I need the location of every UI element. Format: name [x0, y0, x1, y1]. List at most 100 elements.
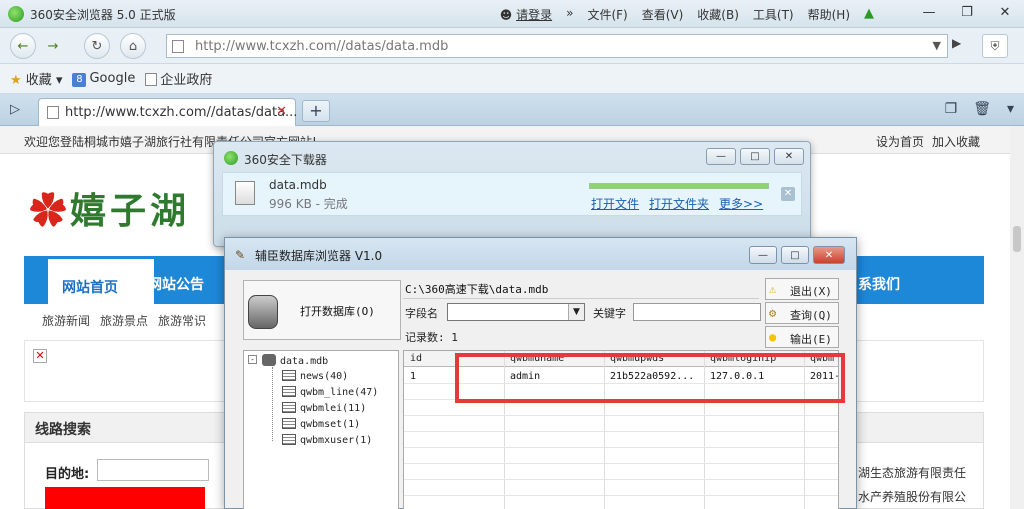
grid-row-line [404, 431, 838, 432]
home-button[interactable]: ⌂ [120, 33, 146, 59]
bulb-icon: ● [769, 330, 777, 344]
grid-row-line [404, 463, 838, 464]
address-toolbar: ← → ↻ ⌂ http://www.tcxzh.com//datas/data… [0, 28, 1024, 64]
back-button[interactable]: ← [10, 33, 36, 59]
refresh-button[interactable]: ↻ [84, 33, 110, 59]
download-filename: data.mdb [269, 178, 327, 192]
go-arrow-icon[interactable]: ▶ [952, 36, 961, 50]
restore-button[interactable]: □ [781, 246, 809, 264]
tree-table[interactable]: news(40) [282, 370, 348, 382]
keyword-input[interactable] [633, 303, 761, 321]
table-icon [282, 434, 296, 445]
restore-button[interactable]: □ [740, 148, 770, 165]
menu-favorites[interactable]: 收藏(B) [697, 6, 739, 23]
browser-titlebar: 360安全浏览器 5.0 正式版 ☻ 请登录 » 文件(F) 查看(V) 收藏(… [0, 0, 1024, 28]
menu-help[interactable]: 帮助(H) [808, 6, 850, 23]
trash-icon[interactable]: 🗑 [973, 101, 991, 117]
bookmark-gov[interactable]: 企业政府 [145, 69, 212, 88]
refresh-icon: ↻ [91, 38, 103, 54]
add-favorite-link[interactable]: 加入收藏 [932, 133, 980, 150]
tree-table[interactable]: qwbmset(1) [282, 418, 360, 430]
google-icon: 8 [72, 72, 87, 87]
destination-input[interactable] [97, 459, 209, 481]
chevron-down-icon[interactable]: ▼ [568, 304, 584, 320]
browser-menu: ☻ 请登录 » 文件(F) 查看(V) 收藏(B) 工具(T) 帮助(H) ▲ [500, 6, 874, 23]
warning-icon: ⚠ [769, 282, 777, 296]
field-name-select[interactable]: ▼ [447, 303, 585, 321]
close-button[interactable]: ✕ [774, 148, 804, 165]
grid-row-line [404, 415, 838, 416]
query-icon: ⚙ [769, 306, 777, 320]
sidebar-toggle-icon[interactable]: ▷ [10, 102, 20, 117]
restore-button[interactable]: ❐ [948, 0, 986, 24]
address-input[interactable]: http://www.tcxzh.com//datas/data.mdb ▼ [166, 34, 948, 58]
query-button[interactable]: ⚙ 查询(Q) [765, 302, 839, 324]
page-scrollbar[interactable] [1010, 126, 1024, 509]
set-home-link[interactable]: 设为首页 [876, 133, 924, 150]
search-submit-block[interactable] [45, 487, 205, 509]
side-link-2[interactable]: 水产养殖股份有限公 [858, 488, 966, 505]
tab-overview-icon[interactable]: ❐ [945, 101, 958, 117]
forward-button[interactable]: → [40, 33, 66, 59]
browser-logo-icon [8, 6, 24, 22]
subnav-tips[interactable]: 旅游常识 [158, 312, 206, 329]
more-link[interactable]: 更多>> [719, 195, 763, 212]
nav-home[interactable]: 网站首页 [48, 256, 154, 304]
chevron-down-icon[interactable]: ▾ [1007, 101, 1014, 117]
downloader-title: 360安全下载器 [244, 153, 327, 167]
tree-table[interactable]: qwbmxuser(1) [282, 434, 372, 446]
new-tab-button[interactable]: + [302, 100, 330, 122]
open-folder-link[interactable]: 打开文件夹 [649, 195, 709, 212]
login-link[interactable]: ☻ 请登录 [500, 6, 552, 23]
download-item: data.mdb 996 KB - 完成 打开文件 打开文件夹 更多>> ✕ [222, 172, 802, 216]
nav-notices[interactable]: 网站公告 [148, 274, 204, 294]
page-icon [172, 40, 184, 53]
minimize-button[interactable]: — [910, 0, 948, 24]
close-button[interactable]: ✕ [813, 246, 845, 264]
exit-button[interactable]: ⚠ 退出(X) [765, 278, 839, 300]
favorites-button[interactable]: ★ 收藏 ▾ [10, 69, 62, 88]
minimize-button[interactable]: — [749, 246, 777, 264]
nav-contact[interactable]: 系我们 [858, 274, 900, 294]
collapse-icon[interactable]: - [248, 355, 257, 364]
chevron-down-icon[interactable]: ▼ [933, 39, 941, 52]
tree-root[interactable]: data.mdb [262, 354, 328, 367]
menu-view[interactable]: 查看(V) [642, 6, 684, 23]
tree-table[interactable]: qwbmlei(11) [282, 402, 366, 414]
table-icon [282, 402, 296, 413]
bookmark-google[interactable]: 8 Google [72, 71, 135, 87]
skin-shirt-icon[interactable]: ▲ [864, 6, 874, 23]
table-icon [282, 418, 296, 429]
security-shield-button[interactable]: ⛨ [982, 34, 1008, 58]
export-button[interactable]: ● 输出(E) [765, 326, 839, 348]
tab-close-icon[interactable]: ✕ [276, 104, 287, 119]
grid-row-line [404, 447, 838, 448]
open-database-button[interactable]: 打开数据库(O) [243, 280, 401, 340]
tree-table[interactable]: qwbm_line(47) [282, 386, 378, 398]
tab-label: http://www.tcxzh.com//datas/data... [65, 105, 298, 120]
record-count: 记录数: 1 [405, 331, 458, 344]
browser-window-controls: — ❐ ✕ [910, 0, 1024, 24]
menu-file[interactable]: 文件(F) [587, 6, 627, 23]
column-header-id[interactable]: id [410, 353, 422, 364]
close-icon[interactable]: ✕ [781, 187, 795, 201]
table-icon [282, 386, 296, 397]
subnav-attractions[interactable]: 旅游景点 [100, 312, 148, 329]
file-icon [235, 181, 255, 205]
scrollbar-thumb[interactable] [1013, 226, 1021, 252]
minimize-button[interactable]: — [706, 148, 736, 165]
table-tree: - data.mdb news(40) qwbm_line(47) qwbmle… [243, 350, 399, 509]
side-link-1[interactable]: 湖生态旅游有限责任 [858, 464, 966, 481]
subnav-news[interactable]: 旅游新闻 [42, 312, 90, 329]
tab-data-mdb[interactable]: http://www.tcxzh.com//datas/data... ✕ [38, 98, 298, 126]
db-browser-titlebar: ✎ 辅臣数据库浏览器 V1.0 — □ ✕ [225, 238, 856, 270]
database-icon [248, 295, 278, 329]
downloader-window-controls: — □ ✕ [706, 148, 804, 165]
home-icon: ⌂ [128, 38, 138, 54]
grid-row-line [404, 479, 838, 480]
cell-id[interactable]: 1 [410, 371, 416, 382]
browser-title: 360安全浏览器 5.0 正式版 [30, 8, 176, 22]
close-button[interactable]: ✕ [986, 0, 1024, 24]
open-file-link[interactable]: 打开文件 [591, 195, 639, 212]
menu-tools[interactable]: 工具(T) [753, 6, 794, 23]
